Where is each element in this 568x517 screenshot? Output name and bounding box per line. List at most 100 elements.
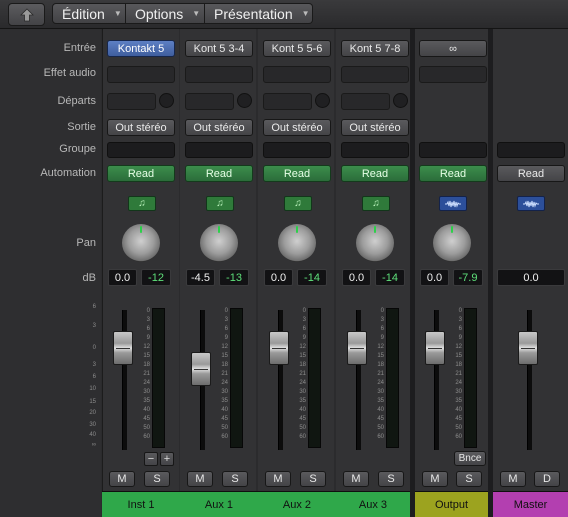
channel-name-output[interactable]: Output	[415, 491, 488, 517]
mute-button[interactable]: M	[422, 471, 448, 487]
send-slot[interactable]	[263, 93, 312, 110]
output-slot[interactable]: Out stéréo	[341, 119, 409, 136]
group-slot[interactable]	[107, 142, 175, 158]
midi-note-icon[interactable]: ♫	[284, 196, 312, 211]
midi-note-icon[interactable]: ♫	[128, 196, 156, 211]
meter-scale-label: 6	[146, 326, 150, 332]
send-slot[interactable]	[341, 93, 390, 110]
automation-mode-button[interactable]: Read	[185, 165, 253, 182]
input-slot[interactable]: ∞	[419, 40, 487, 57]
send-level-knob[interactable]	[315, 93, 330, 108]
meter-scale-label: 30	[455, 389, 462, 395]
volume-db-readout[interactable]: 0.0	[497, 269, 565, 286]
audio-fx-slot[interactable]	[185, 66, 253, 83]
automation-mode-button[interactable]: Read	[263, 165, 331, 182]
volume-fader[interactable]	[113, 331, 133, 365]
volume-fader[interactable]	[191, 352, 211, 386]
pan-indicator	[374, 226, 376, 233]
channel-name-master[interactable]: Master	[493, 491, 568, 517]
output-slot[interactable]: Out stéréo	[185, 119, 253, 136]
audio-fx-slot[interactable]	[107, 66, 175, 83]
input-slot[interactable]: Kont 5 7-8	[341, 40, 409, 57]
audio-fx-slot[interactable]	[419, 66, 487, 83]
solo-button[interactable]: S	[144, 471, 170, 487]
automation-mode-button[interactable]: Read	[341, 165, 409, 182]
waveform-icon[interactable]	[517, 196, 545, 211]
up-level-button[interactable]	[8, 3, 45, 26]
volume-db-readout[interactable]: 0.0	[342, 269, 371, 286]
mute-button[interactable]: M	[265, 471, 291, 487]
channel-name-aux-2[interactable]: Aux 2	[258, 491, 336, 517]
peak-db-readout[interactable]: -14	[297, 269, 327, 286]
mute-button[interactable]: M	[500, 471, 526, 487]
waveform-glyph	[445, 200, 461, 208]
volume-fader[interactable]	[425, 331, 445, 365]
meter-scale-label: 50	[455, 425, 462, 431]
automation-mode-button[interactable]: Read	[497, 165, 565, 182]
group-slot[interactable]	[263, 142, 331, 158]
peak-db-readout[interactable]: -7.9	[453, 269, 483, 286]
level-meter	[386, 308, 399, 448]
plus-button[interactable]: +	[160, 452, 174, 466]
dim-button[interactable]: D	[534, 471, 560, 487]
channel-name-aux-3[interactable]: Aux 3	[336, 491, 410, 517]
send-slot[interactable]	[107, 93, 156, 110]
peak-db-readout[interactable]: -14	[375, 269, 405, 286]
output-slot[interactable]: Out stéréo	[107, 119, 175, 136]
solo-button[interactable]: S	[378, 471, 404, 487]
volume-db-readout[interactable]: 0.0	[264, 269, 293, 286]
peak-db-readout[interactable]: -13	[219, 269, 249, 286]
mute-button[interactable]: M	[343, 471, 369, 487]
minus-button[interactable]: −	[144, 452, 158, 466]
output-slot[interactable]: Out stéréo	[263, 119, 331, 136]
volume-db-readout[interactable]: 0.0	[420, 269, 449, 286]
send-level-knob[interactable]	[159, 93, 174, 108]
volume-fader[interactable]	[347, 331, 367, 365]
channel-name-aux-1[interactable]: Aux 1	[180, 491, 258, 517]
pan-knob[interactable]	[433, 224, 471, 262]
volume-fader[interactable]	[269, 331, 289, 365]
send-level-knob[interactable]	[393, 93, 408, 108]
input-slot[interactable]: Kont 5 5-6	[263, 40, 331, 57]
midi-note-icon[interactable]: ♫	[206, 196, 234, 211]
group-slot[interactable]	[341, 142, 409, 158]
midi-note-icon[interactable]: ♫	[362, 196, 390, 211]
volume-fader[interactable]	[518, 331, 538, 365]
input-slot[interactable]: Kont 5 3-4	[185, 40, 253, 57]
send-level-knob[interactable]	[237, 93, 252, 108]
mute-button[interactable]: M	[187, 471, 213, 487]
meter-scale-label: 35	[221, 398, 228, 404]
send-slot[interactable]	[185, 93, 234, 110]
solo-button[interactable]: S	[456, 471, 482, 487]
meter-scale-label: 18	[221, 362, 228, 368]
automation-mode-button[interactable]: Read	[107, 165, 175, 182]
group-slot[interactable]	[185, 142, 253, 158]
meter-scale-label: 21	[221, 371, 228, 377]
solo-button[interactable]: S	[222, 471, 248, 487]
group-slot[interactable]	[419, 142, 487, 158]
group-slot[interactable]	[497, 142, 565, 158]
mute-button[interactable]: M	[109, 471, 135, 487]
volume-db-readout[interactable]: -4.5	[186, 269, 215, 286]
meter-scale-label: 60	[221, 434, 228, 440]
meter-scale-label: 0	[302, 308, 306, 314]
fader-scale-label: 6	[92, 374, 96, 380]
volume-db-readout[interactable]: 0.0	[108, 269, 137, 286]
pan-knob[interactable]	[200, 224, 238, 262]
waveform-icon[interactable]	[439, 196, 467, 211]
pan-knob[interactable]	[278, 224, 316, 262]
audio-fx-slot[interactable]	[341, 66, 409, 83]
level-meter	[230, 308, 243, 448]
pan-knob[interactable]	[122, 224, 160, 262]
peak-db-readout[interactable]: -12	[141, 269, 171, 286]
pan-knob[interactable]	[356, 224, 394, 262]
automation-mode-button[interactable]: Read	[419, 165, 487, 182]
label-audio-fx: Effet audio	[43, 67, 96, 79]
input-slot[interactable]: Kontakt 5	[107, 40, 175, 57]
solo-button[interactable]: S	[300, 471, 326, 487]
bounce-button[interactable]: Bnce	[454, 451, 486, 466]
strip-aux-2-controls: Kont 5 5-6 Out stéréo Read ♫ 0.0 -14 0 3…	[258, 0, 334, 517]
channel-name-inst-1[interactable]: Inst 1	[102, 491, 180, 517]
audio-fx-slot[interactable]	[263, 66, 331, 83]
strip-inst-1-controls: Kontakt 5 Out stéréo Read ♫ 0.0 -12 0 3 …	[102, 0, 178, 517]
